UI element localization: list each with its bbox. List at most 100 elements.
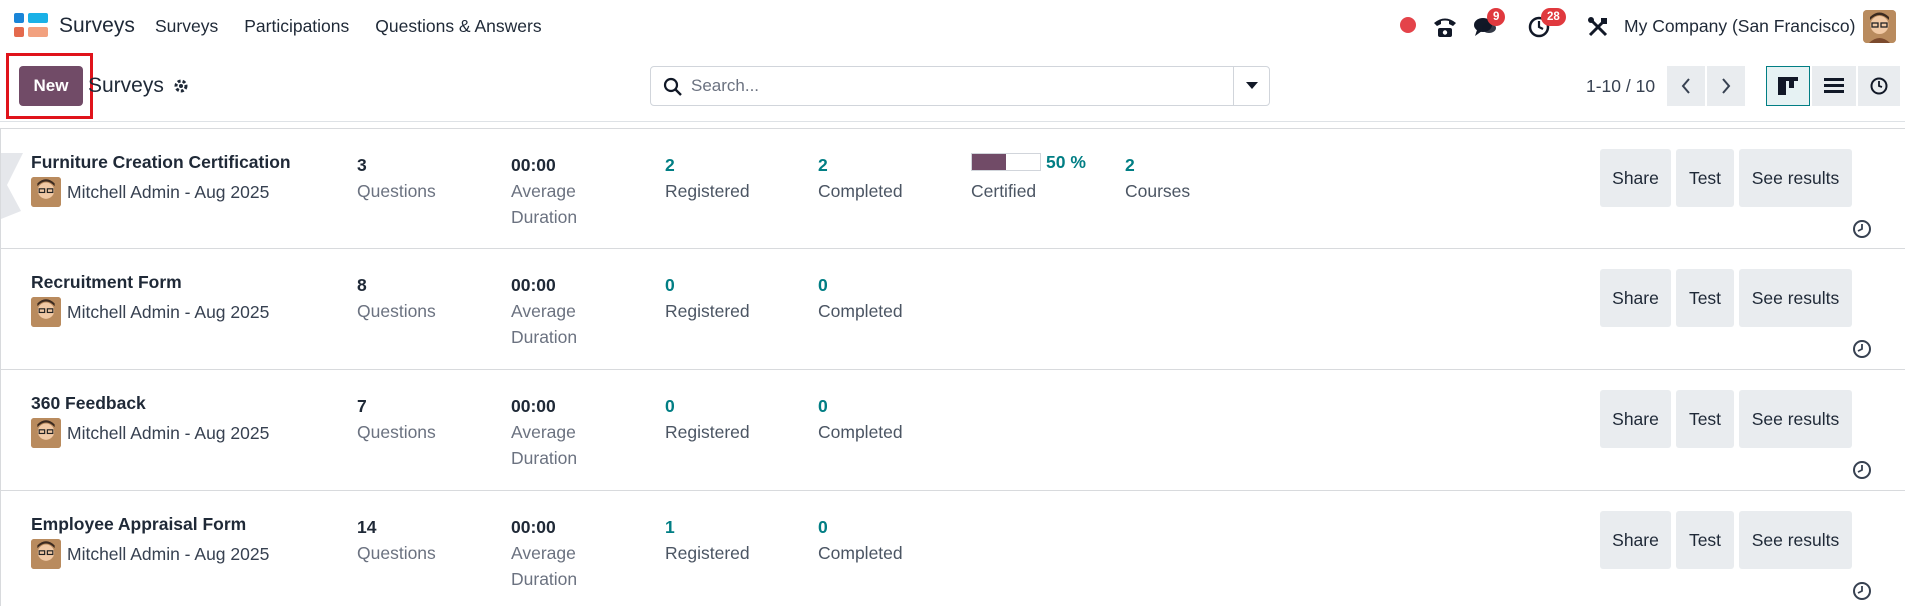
survey-card[interactable]: Employee Appraisal Form Mitchell Admin -… bbox=[0, 491, 1905, 606]
survey-kanban-list: Furniture Creation Certification Mitchel… bbox=[0, 128, 1905, 606]
see-results-button[interactable]: See results bbox=[1739, 149, 1852, 207]
duration-label-2: Duration bbox=[511, 327, 578, 347]
pager-value[interactable]: 1-10 / 10 bbox=[1586, 76, 1655, 97]
duration-value: 00:00 bbox=[511, 517, 556, 537]
kanban-icon bbox=[1778, 77, 1798, 95]
app-name[interactable]: Surveys bbox=[59, 14, 135, 38]
activity-clock-icon[interactable]: 28 bbox=[1525, 8, 1566, 41]
registered-count: 0 bbox=[665, 396, 675, 416]
questions-stat: 7 Questions bbox=[357, 393, 436, 445]
duration-label-2: Duration bbox=[511, 569, 578, 589]
author-label: Mitchell Admin - Aug 2025 bbox=[67, 422, 270, 443]
activity-view-button[interactable] bbox=[1858, 66, 1900, 106]
completed-stat[interactable]: 2 Completed bbox=[818, 152, 903, 204]
see-results-button[interactable]: See results bbox=[1739, 269, 1852, 327]
see-results-button[interactable]: See results bbox=[1739, 390, 1852, 448]
completed-label: Completed bbox=[818, 422, 903, 442]
completed-stat[interactable]: 0 Completed bbox=[818, 272, 903, 324]
duration-stat: 00:00 Average Duration bbox=[511, 152, 577, 230]
survey-title[interactable]: Employee Appraisal Form bbox=[31, 514, 246, 535]
control-panel: New Surveys 1-10 / 10 bbox=[0, 53, 1905, 122]
completed-count: 0 bbox=[818, 517, 828, 537]
survey-card[interactable]: Furniture Creation Certification Mitchel… bbox=[0, 128, 1905, 249]
menu-item-questions-answers[interactable]: Questions & Answers bbox=[375, 16, 541, 37]
questions-label: Questions bbox=[357, 301, 436, 321]
activity-clock-icon[interactable] bbox=[1852, 460, 1872, 480]
chat-icon[interactable]: 9 bbox=[1471, 8, 1506, 41]
registered-stat[interactable]: 0 Registered bbox=[665, 272, 750, 324]
completed-stat[interactable]: 0 Completed bbox=[818, 393, 903, 445]
surveys-app-logo-icon[interactable] bbox=[14, 13, 48, 39]
author-avatar bbox=[31, 177, 61, 207]
share-button[interactable]: Share bbox=[1600, 149, 1671, 207]
phone-icon[interactable] bbox=[1431, 13, 1459, 41]
tools-icon[interactable] bbox=[1584, 13, 1612, 41]
menu-item-participations[interactable]: Participations bbox=[244, 16, 349, 37]
pager-next-button[interactable] bbox=[1707, 66, 1745, 106]
completed-stat[interactable]: 0 Completed bbox=[818, 514, 903, 566]
list-icon bbox=[1824, 78, 1844, 93]
company-switcher[interactable]: My Company (San Francisco) bbox=[1624, 16, 1855, 37]
duration-label-2: Duration bbox=[511, 207, 578, 227]
registered-stat[interactable]: 0 Registered bbox=[665, 393, 750, 445]
duration-label-1: Average bbox=[511, 422, 576, 442]
recording-indicator[interactable] bbox=[1400, 17, 1416, 33]
test-button[interactable]: Test bbox=[1676, 269, 1734, 327]
breadcrumb: Surveys bbox=[88, 74, 190, 98]
duration-stat: 00:00 Average Duration bbox=[511, 272, 577, 350]
completed-count: 0 bbox=[818, 275, 828, 295]
courses-stat[interactable]: 2 Courses bbox=[1125, 152, 1190, 204]
chevron-left-icon bbox=[1681, 78, 1690, 94]
questions-count: 14 bbox=[357, 517, 377, 537]
gear-icon[interactable] bbox=[172, 77, 190, 95]
questions-count: 3 bbox=[357, 155, 367, 175]
registered-stat[interactable]: 1 Registered bbox=[665, 514, 750, 566]
test-button[interactable]: Test bbox=[1676, 511, 1734, 569]
courses-label: Courses bbox=[1125, 181, 1191, 201]
certified-progress-bar bbox=[971, 153, 1041, 171]
pager-previous-button[interactable] bbox=[1667, 66, 1705, 106]
top-navbar: Surveys Surveys Participations Questions… bbox=[0, 0, 1905, 54]
list-view-button[interactable] bbox=[1812, 66, 1856, 106]
activity-clock-icon[interactable] bbox=[1852, 219, 1872, 239]
test-button[interactable]: Test bbox=[1676, 149, 1734, 207]
registered-count: 0 bbox=[665, 275, 675, 295]
kanban-view-button[interactable] bbox=[1766, 66, 1810, 106]
survey-title[interactable]: Furniture Creation Certification bbox=[31, 152, 291, 173]
survey-author: Mitchell Admin - Aug 2025 bbox=[31, 418, 269, 448]
search-input[interactable] bbox=[691, 73, 1211, 99]
survey-author: Mitchell Admin - Aug 2025 bbox=[31, 177, 269, 207]
activity-clock-icon[interactable] bbox=[1852, 581, 1872, 601]
author-label: Mitchell Admin - Aug 2025 bbox=[67, 301, 270, 322]
search-options-toggle[interactable] bbox=[1233, 67, 1269, 105]
test-button[interactable]: Test bbox=[1676, 390, 1734, 448]
duration-value: 00:00 bbox=[511, 155, 556, 175]
duration-label-1: Average bbox=[511, 181, 576, 201]
courses-count: 2 bbox=[1125, 155, 1135, 175]
certified-percentage[interactable]: 50 % bbox=[1046, 152, 1086, 173]
survey-card[interactable]: Recruitment Form Mitchell Admin - Aug 20… bbox=[0, 249, 1905, 370]
menu-item-surveys[interactable]: Surveys bbox=[155, 16, 218, 37]
certified-progress-fill bbox=[972, 154, 1006, 170]
author-label: Mitchell Admin - Aug 2025 bbox=[67, 543, 270, 564]
duration-value: 00:00 bbox=[511, 396, 556, 416]
survey-card[interactable]: 360 Feedback Mitchell Admin - Aug 2025 7… bbox=[0, 370, 1905, 491]
registered-label: Registered bbox=[665, 301, 750, 321]
share-button[interactable]: Share bbox=[1600, 390, 1671, 448]
completed-label: Completed bbox=[818, 543, 903, 563]
survey-title[interactable]: Recruitment Form bbox=[31, 272, 182, 293]
chevron-right-icon bbox=[1722, 78, 1731, 94]
survey-title[interactable]: 360 Feedback bbox=[31, 393, 146, 414]
share-button[interactable]: Share bbox=[1600, 511, 1671, 569]
questions-stat: 8 Questions bbox=[357, 272, 436, 324]
main-menu: Surveys Participations Questions & Answe… bbox=[155, 16, 542, 37]
share-button[interactable]: Share bbox=[1600, 269, 1671, 327]
user-avatar[interactable] bbox=[1863, 10, 1896, 43]
see-results-button[interactable]: See results bbox=[1739, 511, 1852, 569]
certified-label: Certified bbox=[971, 181, 1037, 201]
duration-stat: 00:00 Average Duration bbox=[511, 514, 577, 592]
activity-clock-icon[interactable] bbox=[1852, 339, 1872, 359]
registered-stat[interactable]: 2 Registered bbox=[665, 152, 750, 204]
completed-label: Completed bbox=[818, 301, 903, 321]
duration-label-1: Average bbox=[511, 543, 576, 563]
